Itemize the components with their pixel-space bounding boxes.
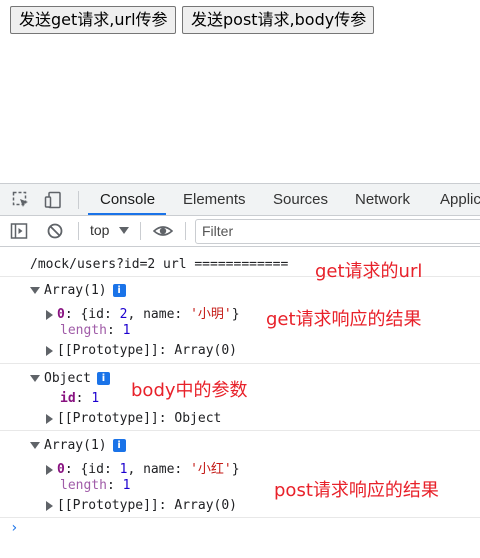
id-property: id: 1 [60, 391, 100, 406]
clear-console-icon[interactable] [46, 222, 64, 240]
collapse-triangle-icon[interactable] [46, 413, 53, 424]
annotation-get-response: get请求响应的结果 [266, 309, 422, 330]
expand-triangle-icon[interactable] [30, 375, 40, 382]
context-selector[interactable]: top [90, 222, 109, 238]
array-header[interactable]: Array(1) i [30, 438, 480, 453]
eye-icon[interactable] [153, 222, 173, 240]
tabbar-separator [78, 191, 79, 209]
collapse-triangle-icon[interactable] [46, 500, 53, 511]
devtools-panel: Console Elements Sources Network Applic … [0, 183, 480, 558]
collapse-triangle-icon[interactable] [46, 345, 53, 356]
active-tab-indicator [88, 213, 166, 215]
annotation-post-response: post请求响应的结果 [274, 480, 439, 501]
message-divider [0, 363, 480, 364]
collapse-triangle-icon[interactable] [46, 464, 53, 475]
array-item[interactable]: 0: {id: 1, name: '小红'} [46, 458, 480, 477]
info-icon[interactable]: i [112, 439, 126, 452]
filter-input[interactable]: Filter [195, 219, 480, 244]
tab-application[interactable]: Applic [440, 184, 480, 216]
prototype-row[interactable]: [[Prototype]]: Object [46, 411, 480, 426]
expand-triangle-icon[interactable] [30, 287, 40, 294]
array-header[interactable]: Array(1) i [30, 283, 480, 298]
prototype-row[interactable]: [[Prototype]]: Array(0) [46, 343, 480, 358]
tab-network[interactable]: Network [355, 184, 410, 216]
message-divider [0, 517, 480, 518]
toolbar-separator [185, 222, 186, 240]
object-header[interactable]: Object i [30, 371, 480, 386]
info-icon[interactable]: i [112, 284, 126, 297]
toolbar-separator [78, 222, 79, 240]
annotation-get-url: get请求的url [315, 261, 423, 282]
console-prompt[interactable]: › [10, 520, 18, 536]
tab-console[interactable]: Console [100, 184, 155, 216]
collapse-triangle-icon[interactable] [46, 309, 53, 320]
dropdown-caret-icon[interactable] [119, 227, 129, 235]
tab-elements[interactable]: Elements [183, 184, 246, 216]
expand-triangle-icon[interactable] [30, 442, 40, 449]
send-get-button[interactable]: 发送get请求,url传参 [10, 6, 176, 34]
message-divider [0, 430, 480, 431]
toolbar-separator [140, 222, 141, 240]
annotation-body-params: body中的参数 [131, 380, 248, 401]
inspect-element-icon[interactable] [12, 191, 30, 209]
sidebar-toggle-icon[interactable] [10, 222, 28, 240]
device-toolbar-icon[interactable] [44, 191, 62, 209]
tab-sources[interactable]: Sources [273, 184, 328, 216]
send-post-button[interactable]: 发送post请求,body传参 [182, 6, 374, 34]
info-icon[interactable]: i [96, 372, 110, 385]
console-toolbar: top Filter [0, 216, 480, 247]
devtools-tabbar: Console Elements Sources Network Applic [0, 183, 480, 216]
